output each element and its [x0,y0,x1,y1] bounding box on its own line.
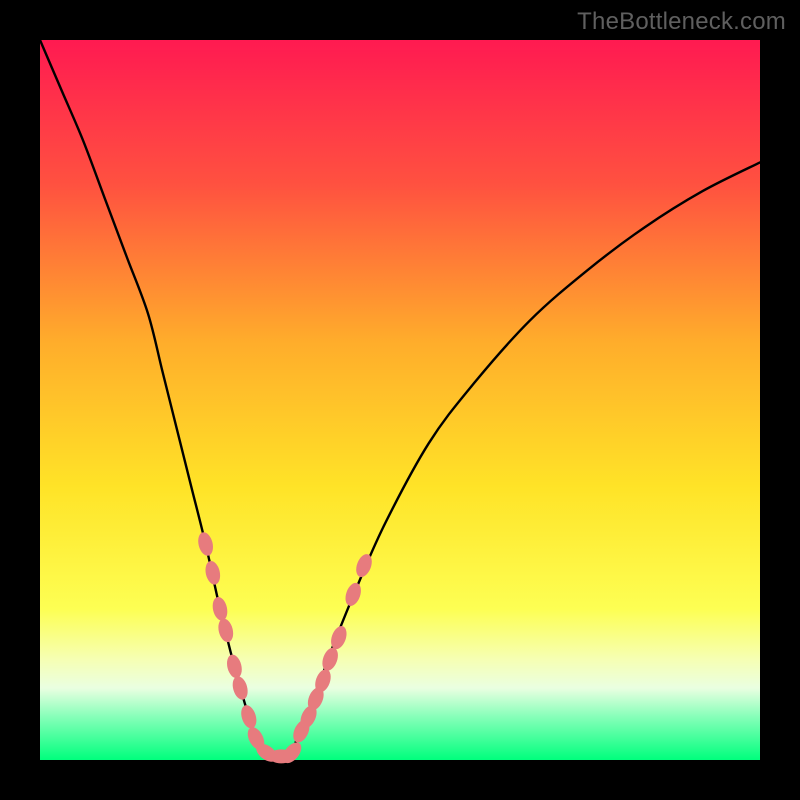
marker-point [230,675,250,702]
marker-point [225,653,244,680]
marker-point [343,581,364,608]
marker-point [196,531,215,558]
bottleneck-curve [40,40,760,757]
marker-point [239,703,260,730]
marker-point [216,617,235,644]
marker-point [211,596,230,622]
marker-point [353,552,375,579]
marker-point [203,560,222,586]
highlighted-points-group [196,531,375,767]
marker-point [319,646,340,673]
chart-frame: TheBottleneck.com [0,0,800,800]
chart-svg [40,40,760,760]
watermark-text: TheBottleneck.com [577,8,786,36]
